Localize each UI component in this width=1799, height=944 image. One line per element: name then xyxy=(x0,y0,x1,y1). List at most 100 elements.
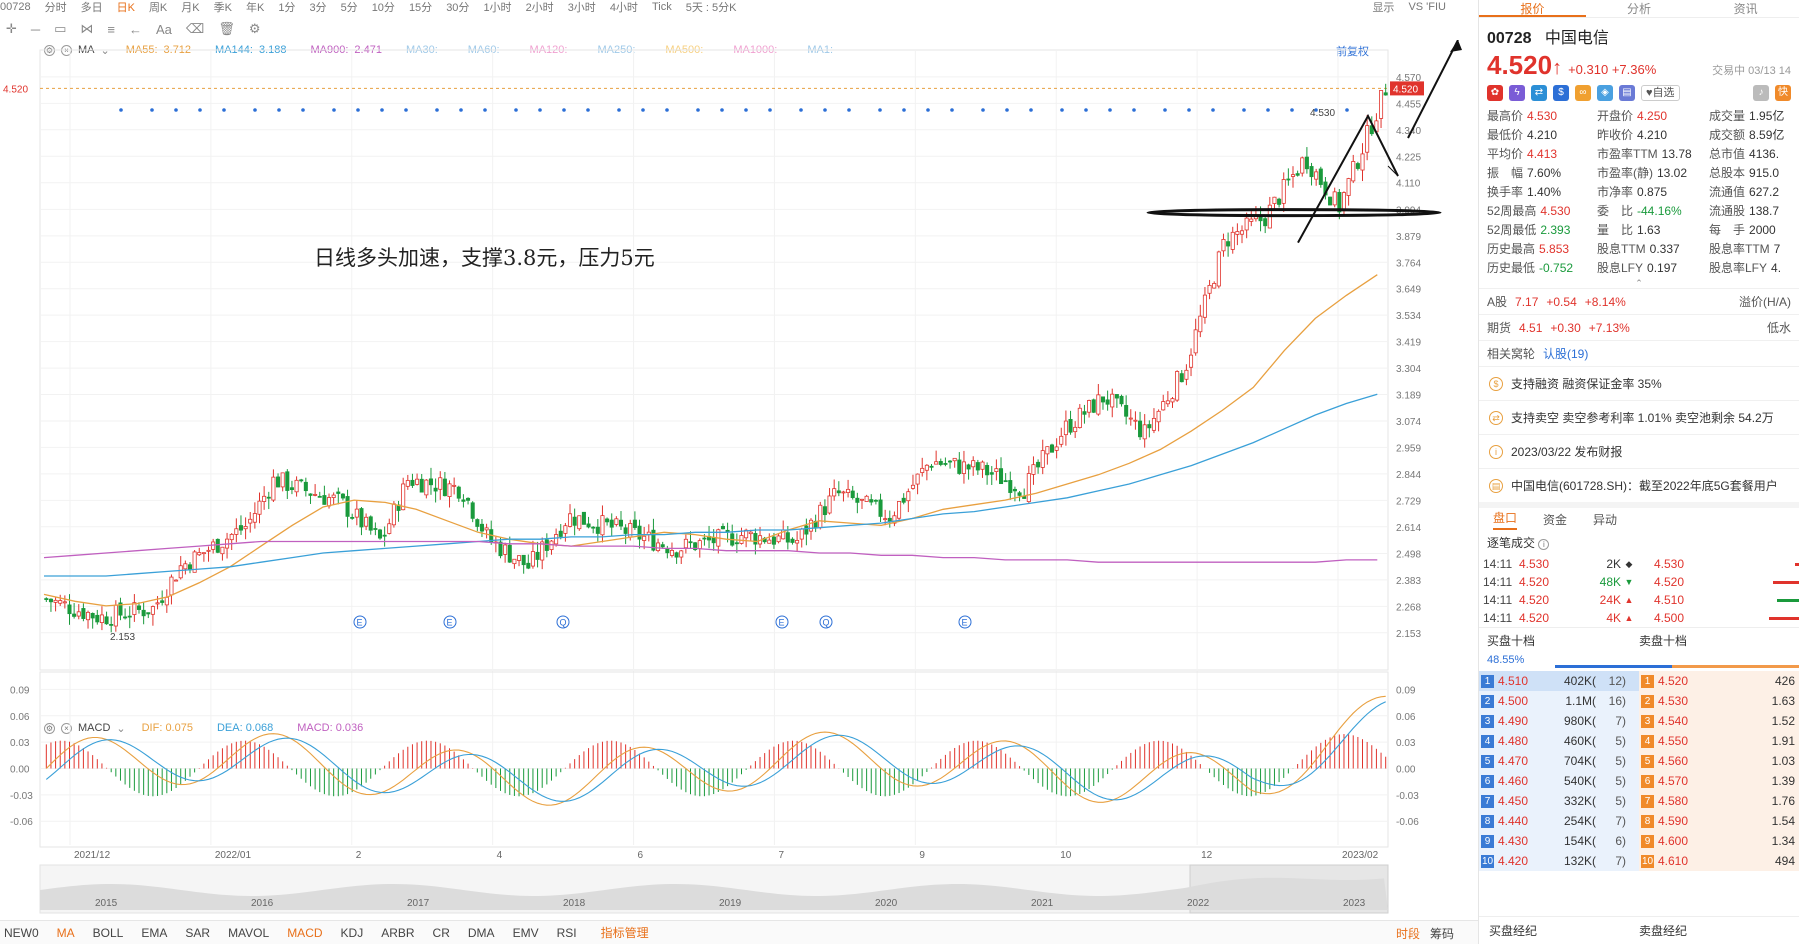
dollar-icon[interactable]: $ xyxy=(1553,85,1569,101)
doc-icon[interactable]: ▤ xyxy=(1619,85,1635,101)
display-button[interactable]: 显示 xyxy=(1372,0,1394,14)
indicator-tab[interactable]: ARBR xyxy=(381,926,414,940)
crosshair-icon[interactable]: ✛ xyxy=(6,21,17,37)
ask-level[interactable]: 6 4.570 1.39 xyxy=(1639,771,1799,791)
chart-area[interactable]: ⚙ × MA ⌄ MA55: 3.712 MA144: 3.188 MA900: 2.47… xyxy=(0,40,1478,920)
chart-annotation: 日线多头加速，支撑3.8元，压力5元 xyxy=(314,246,655,270)
add-favorite-button[interactable]: ♥自选 xyxy=(1641,85,1680,101)
period-tab[interactable]: 2小时 xyxy=(526,0,554,14)
related-warrants-row[interactable]: 相关窝轮 认股(19) xyxy=(1479,340,1799,366)
chain-icon[interactable]: ∞ xyxy=(1575,85,1591,101)
period-tab[interactable]: 00728 xyxy=(0,1,31,13)
period-tab[interactable]: 3分 xyxy=(309,0,326,14)
panel-tab[interactable]: 资讯 xyxy=(1692,0,1799,17)
period-tab[interactable]: 5分 xyxy=(341,0,358,14)
settings-icon[interactable]: ⚙ xyxy=(249,21,261,37)
tag-icon[interactable]: ◈ xyxy=(1597,85,1613,101)
bid-level[interactable]: 2 4.500 1.1M(16) xyxy=(1479,691,1639,711)
candlestick-chart[interactable]: 4.5704.4554.3404.2254.1103.9943.8793.764… xyxy=(0,40,1478,920)
info-icon[interactable]: i xyxy=(1538,539,1550,550)
period-tab[interactable]: 3小时 xyxy=(568,0,596,14)
period-tab[interactable]: 5天 : 5分K xyxy=(686,0,737,14)
bid-level[interactable]: 4 4.480 460K(5) xyxy=(1479,731,1639,751)
delete-icon[interactable]: 🗑 xyxy=(218,21,235,37)
ask-level[interactable]: 4 4.550 1.91 xyxy=(1639,731,1799,751)
ask-level[interactable]: 3 4.540 1.52 xyxy=(1639,711,1799,731)
eraser-icon[interactable]: ⌫ xyxy=(186,21,204,37)
period-tab[interactable]: 月K xyxy=(181,0,199,14)
period-tab[interactable]: 日K xyxy=(117,0,135,14)
depth-subtab[interactable]: 异动 xyxy=(1593,511,1617,528)
depth-subtab[interactable]: 盘口 xyxy=(1493,509,1518,530)
bid-level[interactable]: 10 4.420 132K(7) xyxy=(1479,851,1639,871)
line-tool-icon[interactable]: ─ xyxy=(31,22,40,37)
quote-cell: 股息LFY 0.197 xyxy=(1597,259,1709,276)
ask-level[interactable]: 8 4.590 1.54 xyxy=(1639,811,1799,831)
bid-level[interactable]: 8 4.440 254K(7) xyxy=(1479,811,1639,831)
bid-level[interactable]: 3 4.490 980K(7) xyxy=(1479,711,1639,731)
indicator-manage-button[interactable]: 指标管理 xyxy=(601,924,649,941)
indicator-tab[interactable]: CR xyxy=(433,926,450,940)
ask-level[interactable]: 7 4.580 1.76 xyxy=(1639,791,1799,811)
ask-level[interactable]: 9 4.600 1.34 xyxy=(1639,831,1799,851)
period-tab[interactable]: 30分 xyxy=(446,0,469,14)
notice-item[interactable]: i 2023/03/22 发布财报 xyxy=(1479,434,1799,468)
collapse-icon[interactable]: ⌃ xyxy=(1479,278,1799,288)
compare-button[interactable]: VS 'FIU xyxy=(1408,1,1446,13)
view-tab[interactable]: 筹码 xyxy=(1430,925,1454,942)
text-tool-icon[interactable]: Aa xyxy=(156,22,172,37)
period-tab[interactable]: 年K xyxy=(246,0,264,14)
fork-tool-icon[interactable]: ⋈ xyxy=(80,21,93,37)
notice-item[interactable]: ⇄ 支持卖空 卖空参考利率 1.01% 卖空池剩余 54.2万 xyxy=(1479,400,1799,434)
bid-level[interactable]: 6 4.460 540K(5) xyxy=(1479,771,1639,791)
period-tab[interactable]: 4小时 xyxy=(610,0,638,14)
bid-level[interactable]: 1 4.510 402K(12) xyxy=(1479,671,1639,691)
bid-level[interactable]: 7 4.450 332K(5) xyxy=(1479,791,1639,811)
ask-level[interactable]: 10 4.610 494 xyxy=(1639,851,1799,871)
period-tab[interactable]: Tick xyxy=(652,1,672,13)
indicator-tab[interactable]: NEW0 xyxy=(4,926,39,940)
arrow-tool-icon[interactable]: ← xyxy=(129,22,142,37)
trade-icon[interactable]: 快 xyxy=(1775,85,1791,101)
flower-icon[interactable]: ✿ xyxy=(1487,85,1503,101)
indicator-tab[interactable]: MAVOL xyxy=(228,926,269,940)
lightning-icon[interactable]: ϟ xyxy=(1509,85,1525,101)
period-tab[interactable]: 1小时 xyxy=(483,0,511,14)
candle-body xyxy=(586,523,591,528)
period-tab[interactable]: 10分 xyxy=(372,0,395,14)
indicator-tab[interactable]: SAR xyxy=(185,926,210,940)
indicator-tab[interactable]: BOLL xyxy=(93,926,124,940)
candle-body xyxy=(512,558,517,565)
period-tab[interactable]: 季K xyxy=(214,0,232,14)
notice-item[interactable]: $ 支持融资 融资保证金率 35% xyxy=(1479,366,1799,400)
notice-item[interactable]: ▤ 中国电信(601728.SH)：截至2022年底5G套餐用户 xyxy=(1479,468,1799,502)
view-tab[interactable]: 时段 xyxy=(1396,925,1420,942)
ask-level[interactable]: 5 4.560 1.03 xyxy=(1639,751,1799,771)
rect-tool-icon[interactable]: ▭ xyxy=(54,21,66,37)
indicator-tab[interactable]: MACD xyxy=(287,926,322,940)
period-tab[interactable]: 多日 xyxy=(81,0,103,14)
indicator-tab[interactable]: EMA xyxy=(141,926,167,940)
bid-level[interactable]: 5 4.470 704K(5) xyxy=(1479,751,1639,771)
period-tab[interactable]: 1分 xyxy=(278,0,295,14)
panel-tab[interactable]: 报价 xyxy=(1479,0,1586,17)
a-share-row[interactable]: A股 7.17 +0.54 +8.14% 溢价(H/A) xyxy=(1479,288,1799,314)
indicator-tab[interactable]: EMV xyxy=(513,926,539,940)
indicator-tab[interactable]: DMA xyxy=(468,926,495,940)
depth-subtab[interactable]: 资金 xyxy=(1543,511,1567,528)
indicator-tab[interactable]: KDJ xyxy=(341,926,364,940)
period-tab[interactable]: 周K xyxy=(149,0,167,14)
ask-level[interactable]: 1 4.520 426 xyxy=(1639,671,1799,691)
candle-body xyxy=(526,562,531,569)
channel-tool-icon[interactable]: ≡ xyxy=(107,22,115,37)
bid-level[interactable]: 9 4.430 154K(6) xyxy=(1479,831,1639,851)
period-tab[interactable]: 15分 xyxy=(409,0,432,14)
indicator-tab[interactable]: MA xyxy=(57,926,75,940)
indicator-tab[interactable]: RSI xyxy=(557,926,577,940)
period-tab[interactable]: 分时 xyxy=(45,0,67,14)
bell-icon[interactable]: ♪ xyxy=(1753,85,1769,101)
ask-level[interactable]: 2 4.530 1.63 xyxy=(1639,691,1799,711)
exchange-icon[interactable]: ⇄ xyxy=(1531,85,1547,101)
panel-tab[interactable]: 分析 xyxy=(1586,0,1693,17)
futures-row[interactable]: 期货 4.51 +0.30 +7.13% 低水 xyxy=(1479,314,1799,340)
